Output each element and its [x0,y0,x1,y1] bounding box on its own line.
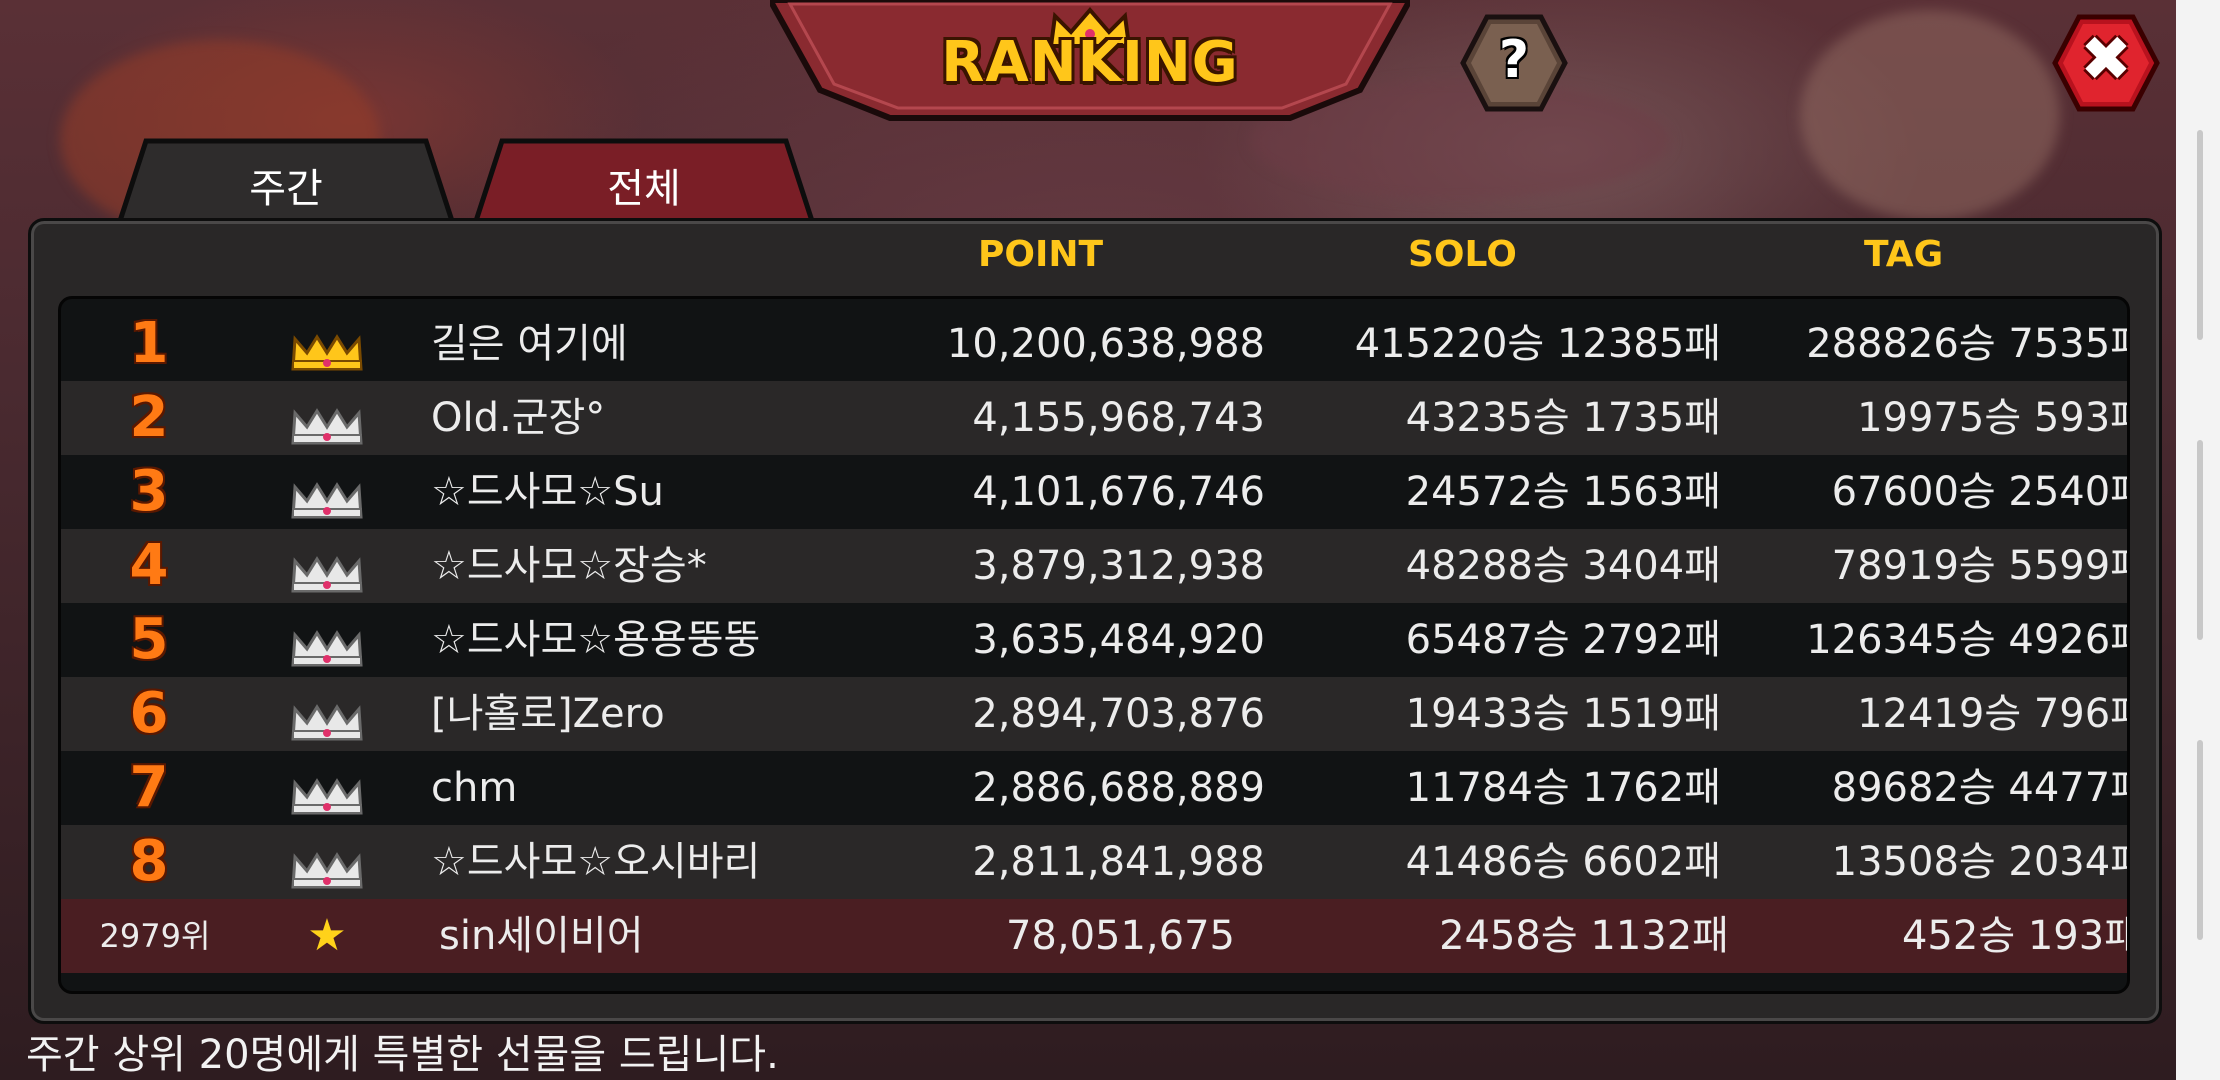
silver-crown-icon [287,397,367,445]
my-tag-record: 452승 193패 [1901,913,2130,959]
silver-crown-icon [287,545,367,593]
tag-record: 78919승 5599패 [1831,543,2130,589]
my-rank-row[interactable]: 2979위 ★ sin세이비어 78,051,675 2458승 1132패 452승 1… [61,899,2127,973]
table-row[interactable]: 6 [나홀로]Zero 2,894,703,876 19433승 1519패 12419… [61,677,2127,751]
point-value: 2,886,688,889 [972,765,1265,811]
point-value: 3,879,312,938 [972,543,1265,589]
silver-crown-icon [287,619,367,667]
point-value: 4,155,968,743 [972,395,1265,441]
rank-number: 5 [129,607,169,672]
help-label: ? [1498,30,1530,90]
rank-number: 3 [129,459,169,524]
scroll-indicator [2197,130,2203,340]
close-button[interactable]: ✖ [2052,14,2160,112]
column-header-point: POINT [978,234,1104,275]
star-icon: ★ [307,910,347,961]
point-value: 2,811,841,988 [972,839,1265,885]
my-point: 78,051,675 [1005,913,1235,959]
silver-crown-icon [287,693,367,741]
scroll-indicator [2197,440,2203,640]
rank-number: 1 [129,311,169,376]
tab-weekly[interactable]: 주간 [116,138,456,224]
silver-crown-icon [287,841,367,889]
column-header-solo: SOLO [1408,234,1517,275]
table-row[interactable]: 5 ☆드사모☆용용뚱뚱 3,635,484,920 65487승 2792패 12634… [61,603,2127,677]
tab-weekly-label: 주간 [249,166,323,212]
point-value: 2,894,703,876 [972,691,1265,737]
tag-record: 67600승 2540패 [1831,469,2130,515]
tag-record: 19975승 593패 [1857,395,2130,441]
tab-all-label: 전체 [607,166,681,212]
tag-record: 288826승 7535패 [1806,321,2130,367]
point-value: 3,635,484,920 [972,617,1265,663]
page-title: RANKING [941,30,1239,95]
tag-record: 13508승 2034패 [1831,839,2130,885]
silver-crown-icon [287,471,367,519]
table-row[interactable]: 4 ☆드사모☆장승* 3,879,312,938 48288승 3404패 78919승… [61,529,2127,603]
table-row[interactable]: 8 ☆드사모☆오시바리 2,811,841,988 41486승 6602패 13508… [61,825,2127,899]
ranking-table: 1 길은 여기에 10,200,638,988 415220승 12385패 28882… [58,296,2130,994]
tag-record: 12419승 796패 [1857,691,2130,737]
my-rank: 2979위 [99,917,211,955]
tab-all[interactable]: 전체 [472,138,816,224]
scroll-indicator [2197,740,2203,940]
tag-record: 126345승 4926패 [1806,617,2130,663]
close-label: ✖ [2080,22,2132,95]
tag-record: 89682승 4477패 [1831,765,2130,811]
rank-number: 2 [129,385,169,450]
table-row[interactable]: 7 chm 2,886,688,889 11784승 1762패 89682승 4477… [61,751,2127,825]
table-row[interactable]: 2 Old.군장° 4,155,968,743 43235승 1735패 19975승 … [61,381,2127,455]
rank-number: 6 [129,681,169,746]
gold-crown-icon [287,323,367,371]
silver-crown-icon [287,767,367,815]
rank-number: 8 [129,829,169,894]
footer-notice: 주간 상위 20명에게 특별한 선물을 드립니다. [26,1032,779,1078]
rank-number: 4 [129,533,169,598]
column-header-tag: TAG [1864,234,1944,275]
table-row[interactable]: 3 ☆드사모☆Su 4,101,676,746 24572승 1563패 67600승 … [61,455,2127,529]
table-row[interactable]: 1 길은 여기에 10,200,638,988 415220승 12385패 28882… [61,307,2127,381]
point-value: 4,101,676,746 [972,469,1265,515]
rank-number: 7 [129,755,169,820]
point-value: 10,200,638,988 [946,321,1265,367]
help-button[interactable]: ? [1460,14,1568,112]
